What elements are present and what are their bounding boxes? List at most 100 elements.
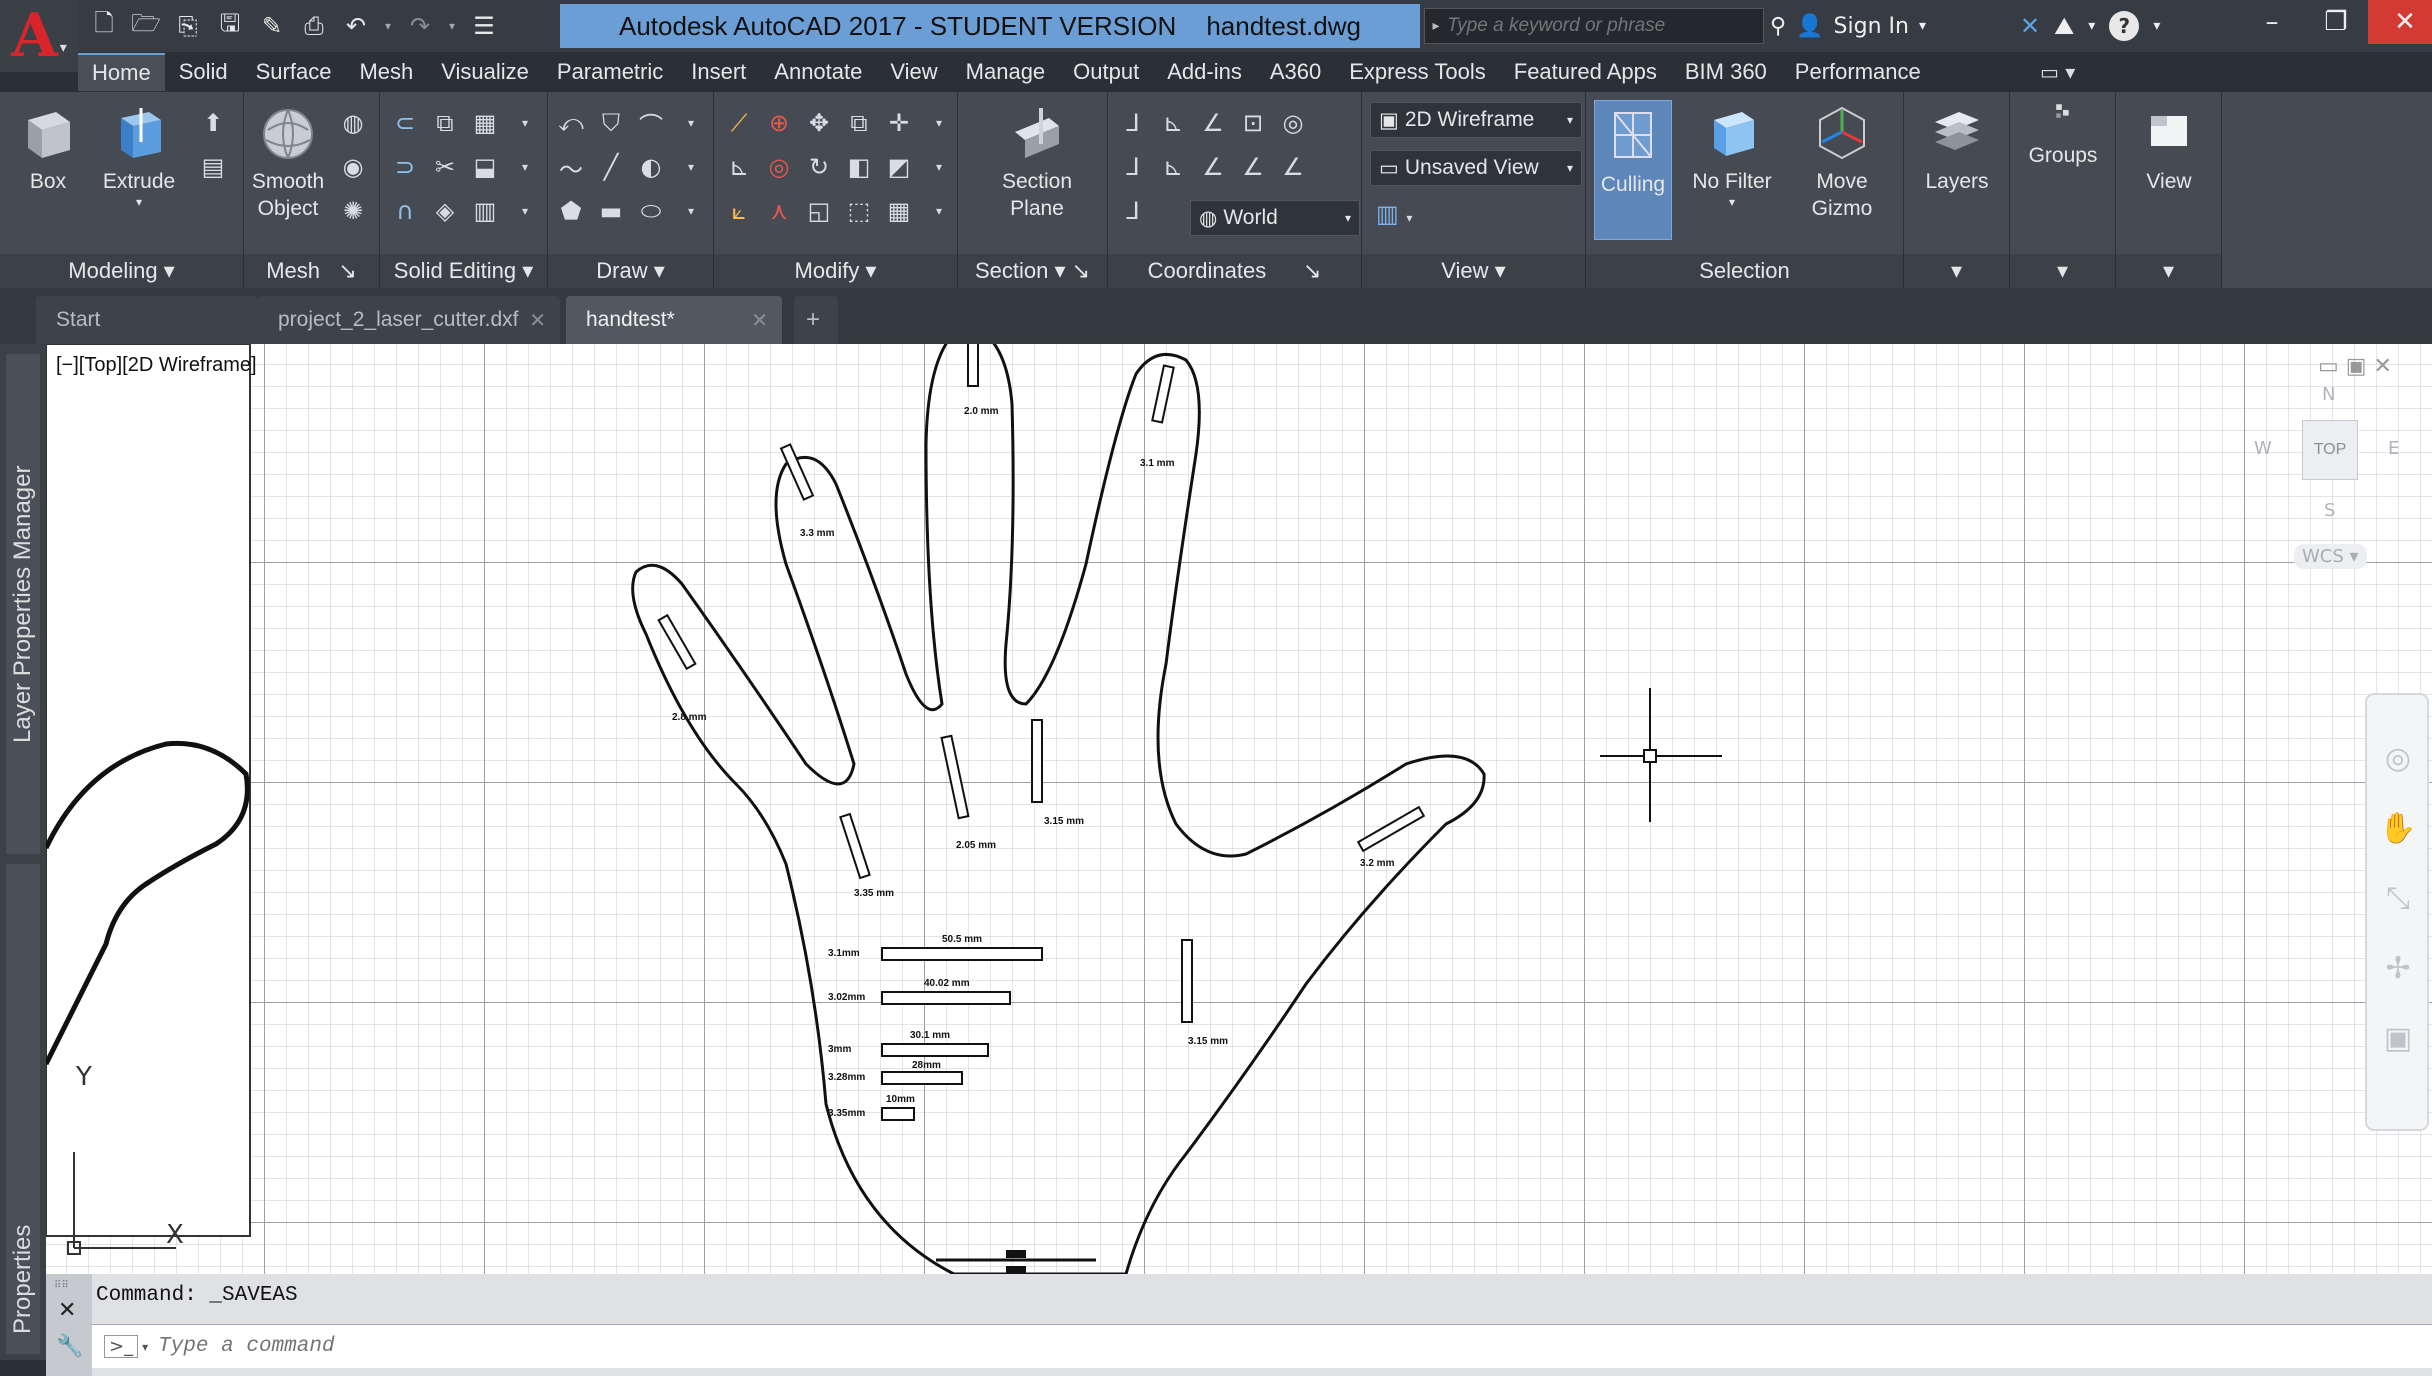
view-panel-title[interactable]: View ▾ (1362, 254, 1585, 288)
ucs-origin-icon[interactable]: ⅃ (1116, 148, 1150, 186)
open-sheet-set-icon[interactable]: ⎘ (170, 8, 206, 44)
chevron-down-icon[interactable]: ▾ (2153, 18, 2160, 34)
layers-button[interactable]: Layers (1914, 102, 2000, 195)
box-button[interactable]: Box (8, 102, 88, 195)
ucs-icon-toggle[interactable]: ◎ (1276, 104, 1310, 142)
subtract-icon[interactable]: ⊃ (388, 148, 422, 186)
mesh-smooth-less-icon[interactable]: ◉ (336, 148, 370, 186)
minimize-button[interactable]: – (2240, 0, 2304, 44)
customize-qat-icon[interactable]: ☰ (466, 8, 502, 44)
undo-icon[interactable]: ↶ (338, 8, 374, 44)
ucs-view-icon[interactable]: ⅃ (1116, 192, 1150, 230)
coordinates-panel-title[interactable]: Coordinates ↘ (1108, 254, 1361, 288)
3d-move-icon[interactable]: ⊕ (762, 104, 796, 142)
visual-style-dropdown[interactable]: ▣ 2D Wireframe ▾ (1370, 102, 1582, 138)
chevron-down-icon[interactable]: ▾ (142, 1340, 148, 1354)
expand-search-icon[interactable]: ▸ (1425, 18, 1447, 34)
new-tab-button[interactable]: + (794, 296, 838, 344)
sign-in-area[interactable]: ⚲ 👤 Sign In ▾ (1770, 8, 1926, 44)
presspull-icon[interactable]: ⬆ (196, 104, 230, 142)
mesh-smooth-more-icon[interactable]: ◍ (336, 104, 370, 142)
section-plane-button[interactable]: Section Plane (982, 102, 1092, 223)
ucs-3point-icon[interactable]: ∠ (1276, 148, 1310, 186)
tab-insert[interactable]: Insert (677, 53, 760, 91)
rectangular-array-icon[interactable]: ▦ (882, 192, 916, 230)
redo-icon[interactable]: ↷ (402, 8, 438, 44)
command-input-row[interactable]: >_ ▾ (92, 1324, 2432, 1368)
customize-icon[interactable]: 🔧 (56, 1334, 83, 1359)
tab-surface[interactable]: Surface (242, 53, 346, 91)
zoom-icon[interactable]: ⤡ (2378, 864, 2418, 934)
search-box[interactable]: ▸ (1424, 8, 1764, 44)
refine-mesh-icon[interactable]: ✺ (336, 192, 370, 230)
tab-annotate[interactable]: Annotate (760, 53, 876, 91)
tab-output[interactable]: Output (1059, 53, 1153, 91)
solid-editing-panel-title[interactable]: Solid Editing ▾ (380, 254, 547, 288)
named-view-dropdown[interactable]: ▭ Unsaved View ▾ (1370, 150, 1582, 186)
viewport-controls[interactable]: [−][Top][2D Wireframe] (56, 354, 257, 377)
new-file-icon[interactable]: 🗋 (86, 8, 122, 44)
separate-icon[interactable]: ▥ (468, 192, 502, 230)
chevron-down-icon[interactable]: ▾ (508, 148, 542, 186)
extrude-button[interactable]: Extrude ▾ (96, 102, 182, 211)
move-icon[interactable]: ✥ (802, 104, 836, 142)
steering-wheel-icon[interactable]: ◎ (2378, 724, 2418, 794)
undo-dropdown-icon[interactable]: ▾ (380, 19, 396, 33)
tab-add-ins[interactable]: Add-ins (1153, 53, 1256, 91)
close-icon[interactable]: ✕ (529, 308, 546, 333)
thicken-icon[interactable]: ◈ (428, 192, 462, 230)
tab-parametric[interactable]: Parametric (543, 53, 677, 91)
ucs-previous-icon[interactable]: ⊾ (1156, 148, 1190, 186)
smooth-object-button[interactable]: Smooth Object (246, 102, 330, 223)
scale-icon[interactable]: ◱ (802, 192, 836, 230)
draw-panel-title[interactable]: Draw ▾ (548, 254, 713, 288)
help-icon[interactable]: ? (2109, 11, 2140, 41)
ribbon-minimize-icon[interactable]: ▭ ▾ (2040, 60, 2075, 84)
chevron-down-icon[interactable]: ▾ (922, 104, 956, 142)
grip-icon[interactable]: ⠿⠿ (54, 1280, 69, 1291)
ucs-dropdown[interactable]: ◍ World ▾ (1190, 200, 1360, 236)
properties-tab[interactable]: Properties (6, 864, 40, 1354)
groups-panel-expand[interactable]: ▾ (2010, 254, 2115, 288)
3d-align-icon[interactable]: ⋏ (762, 192, 796, 230)
polyline-icon[interactable]: 〜 (554, 148, 588, 186)
tab-visualize[interactable]: Visualize (427, 53, 543, 91)
offset-icon[interactable]: ⊾ (722, 148, 756, 186)
close-icon[interactable]: ✕ (751, 308, 768, 333)
3d-rotate-icon[interactable]: ◎ (762, 148, 796, 186)
a360-icon[interactable]: ⛰ (2054, 12, 2074, 40)
restore-button[interactable]: ❐ (2304, 0, 2368, 44)
pan-icon[interactable]: ✋ (2378, 794, 2418, 864)
save-as-icon[interactable]: ✎ (254, 8, 290, 44)
tab-view[interactable]: View (876, 53, 951, 91)
culling-button[interactable]: Culling (1594, 100, 1672, 240)
polysolid-icon[interactable]: ▤ (196, 148, 230, 186)
chevron-down-icon[interactable]: ▾ (922, 148, 956, 186)
tab-manage[interactable]: Manage (952, 53, 1060, 91)
union-icon[interactable]: ⊂ (388, 104, 422, 142)
no-filter-button[interactable]: No Filter ▾ (1682, 102, 1782, 211)
ucs-icon[interactable]: ⅃ (1116, 104, 1150, 142)
chevron-down-icon[interactable]: ▾ (674, 148, 708, 186)
intersect-icon[interactable]: ∩ (388, 192, 422, 230)
view-button[interactable]: View (2126, 102, 2212, 195)
explode-icon[interactable]: ✛ (882, 104, 916, 142)
close-icon[interactable]: ✕ (58, 1298, 76, 1323)
tab-start[interactable]: Start (36, 296, 258, 344)
mirror-icon[interactable]: ◧ (842, 148, 876, 186)
extract-edges-icon[interactable]: ▦ (468, 104, 502, 142)
chevron-down-icon[interactable]: ▾ (674, 104, 708, 142)
polygon-icon[interactable]: ⬟ (554, 192, 588, 230)
tab-mesh[interactable]: Mesh (345, 53, 427, 91)
viewcube-top[interactable]: TOP (2302, 420, 2358, 480)
chevron-down-icon[interactable]: ▾ (674, 192, 708, 230)
sweep-icon[interactable]: ⤺ (554, 104, 588, 142)
save-icon[interactable]: 🖫 (212, 8, 248, 44)
fillet-edge-icon[interactable]: ⟋ (722, 104, 756, 142)
sign-in-label[interactable]: Sign In (1834, 14, 1909, 39)
command-prompt-icon[interactable]: >_ (104, 1335, 139, 1358)
command-line-handle[interactable]: ⠿⠿ ✕ 🔧 (46, 1274, 92, 1376)
layer-properties-manager-tab[interactable]: Layer Properties Manager (6, 354, 40, 854)
tab-express-tools[interactable]: Express Tools (1335, 53, 1500, 91)
chevron-down-icon[interactable]: ▾ (508, 192, 542, 230)
